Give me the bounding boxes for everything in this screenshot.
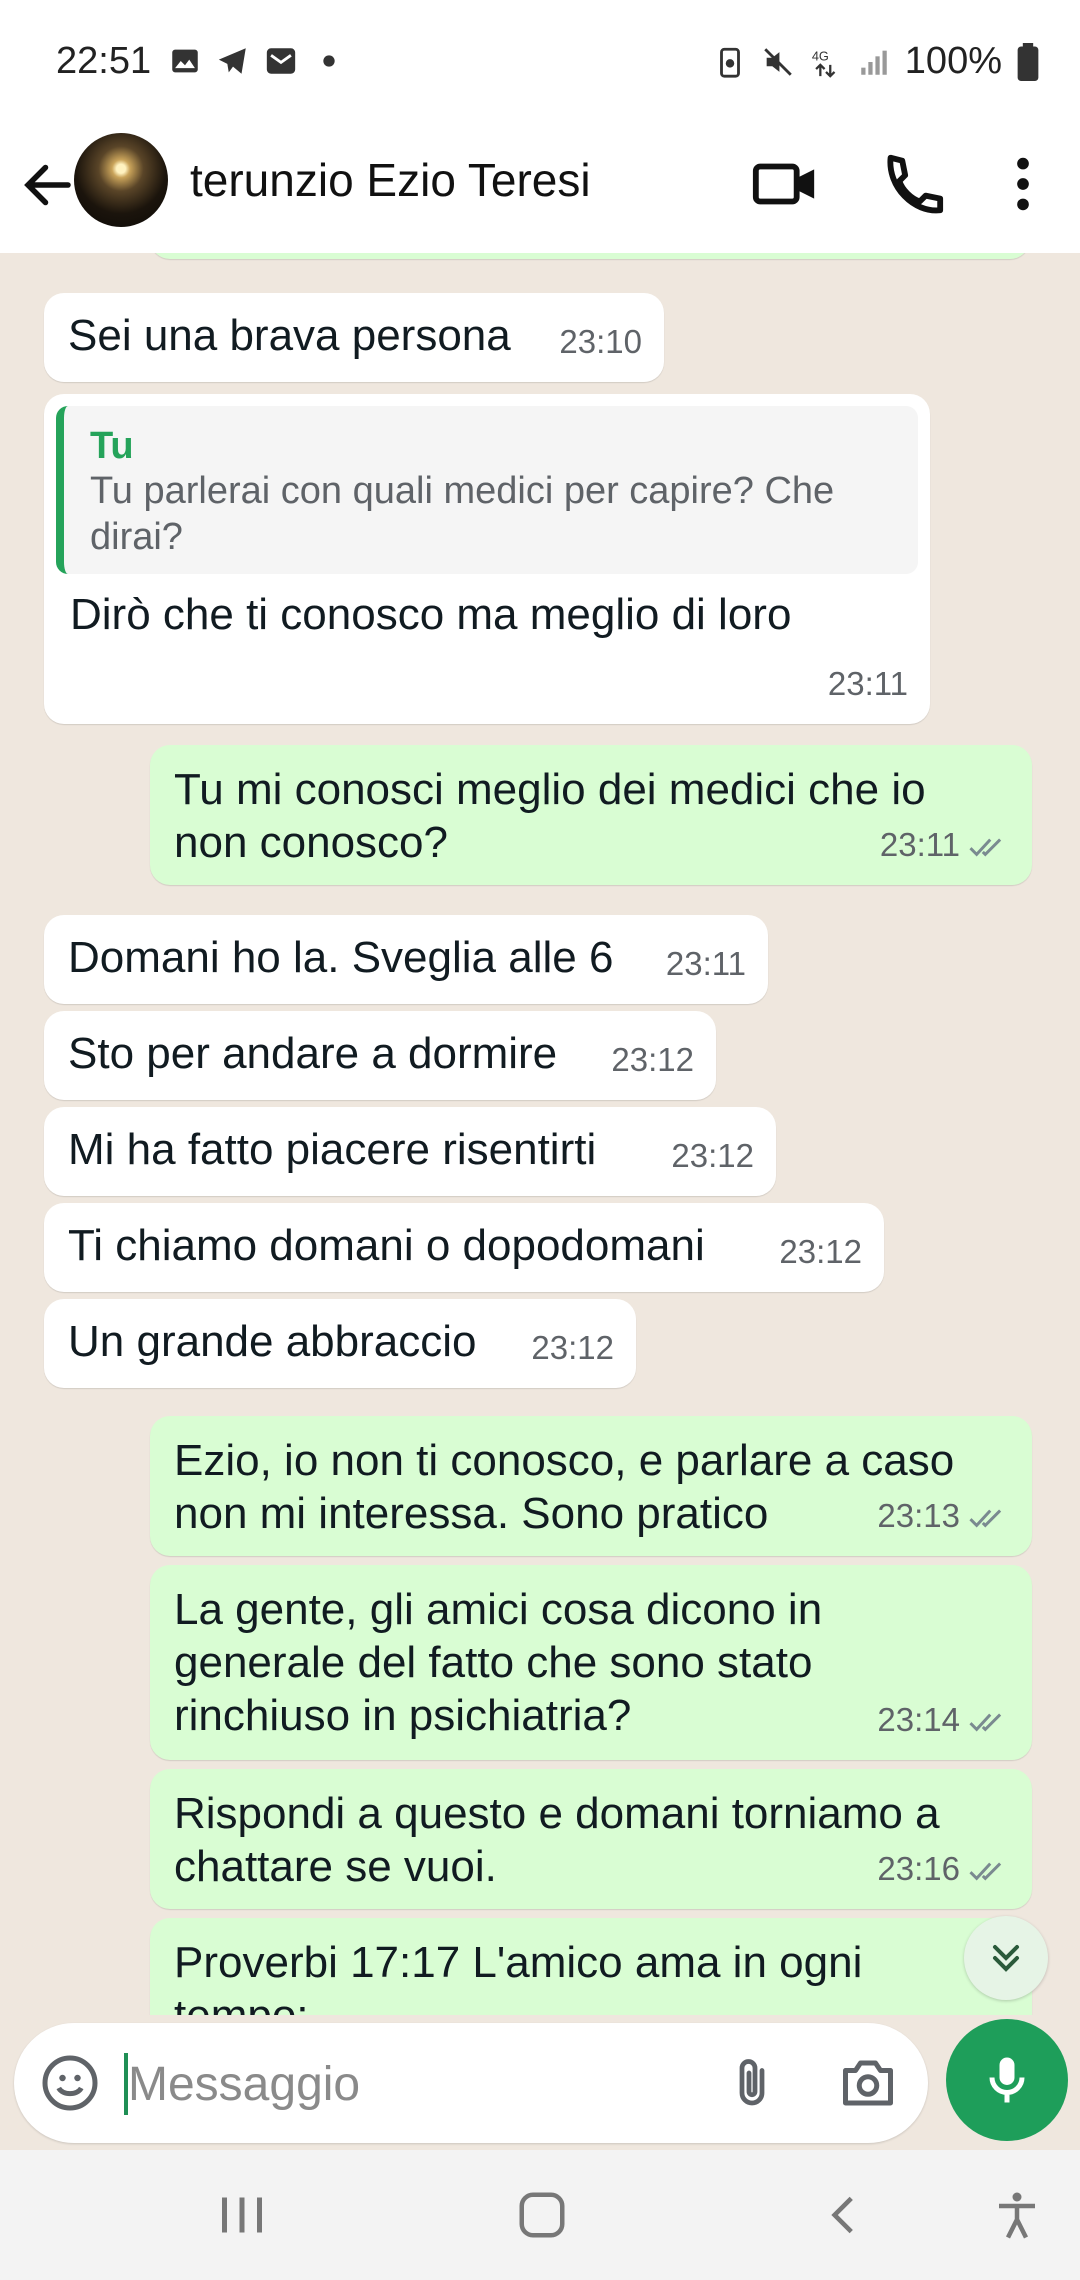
telegram-icon bbox=[218, 48, 246, 74]
contact-name[interactable]: terunzio Ezio Teresi bbox=[190, 153, 591, 207]
read-ticks-icon bbox=[969, 1509, 1002, 1528]
read-ticks-icon bbox=[969, 1713, 1002, 1732]
message-text-line: Rispondi a questo e domani torniamo a bbox=[174, 1789, 940, 1838]
message-text-line: generale del fatto che sono stato bbox=[174, 1638, 813, 1687]
status-time: 22:51 bbox=[56, 40, 152, 82]
message-text: Mi ha fatto piacere risentirti bbox=[68, 1125, 597, 1174]
message-out[interactable]: Proverbi 17:17 L'amico ama in ogni tempo… bbox=[150, 1918, 1032, 2015]
more-options-icon[interactable] bbox=[988, 149, 1058, 219]
message-text-line: Proverbi 17:17 L'amico ama in ogni bbox=[174, 1938, 863, 1987]
voice-message-button[interactable] bbox=[946, 2019, 1068, 2141]
message-text-line: tempo; bbox=[174, 1989, 1008, 2015]
message-time: 23:11 bbox=[879, 826, 960, 863]
read-ticks-icon bbox=[969, 1862, 1002, 1881]
message-text-line: Tu mi conosci meglio dei medici che io bbox=[174, 765, 926, 814]
message-in[interactable]: Ti chiamo domani o dopodomani 23:12 bbox=[44, 1203, 884, 1292]
home-icon[interactable] bbox=[512, 2188, 572, 2242]
attach-icon[interactable] bbox=[722, 2053, 782, 2113]
message-placeholder: Messaggio bbox=[128, 2058, 361, 2111]
message-out[interactable]: Tu mi conosci meglio dei medici che io n… bbox=[150, 745, 1032, 885]
message-in[interactable]: Domani ho la. Sveglia alle 6 23:11 bbox=[44, 915, 768, 1004]
message-time: 23:16 bbox=[877, 1850, 960, 1887]
4g-data-icon: 4G bbox=[812, 48, 836, 78]
message-in[interactable]: Sei una brava persona 23:10 bbox=[44, 293, 664, 382]
mail-icon bbox=[266, 48, 296, 74]
back-nav-icon[interactable] bbox=[818, 2190, 872, 2240]
system-status: 4G 100% bbox=[713, 40, 1040, 83]
signal-icon bbox=[861, 50, 887, 75]
message-in-reply[interactable]: Tu Tu parlerai con quali medici per capi… bbox=[44, 394, 930, 724]
message-time: 23:11 bbox=[827, 665, 908, 702]
system-navigation-bar bbox=[0, 2150, 1080, 2280]
quoted-message[interactable]: Tu Tu parlerai con quali medici per capi… bbox=[56, 406, 918, 574]
message-text-line: Ezio, io non ti conosco, e parlare a cas… bbox=[174, 1436, 955, 1485]
notification-icons bbox=[168, 44, 346, 78]
message-text-line: La gente, gli amici cosa dicono in bbox=[174, 1585, 823, 1634]
mute-icon bbox=[764, 47, 792, 76]
message-time: 23:12 bbox=[531, 1329, 614, 1366]
message-text: Un grande abbraccio bbox=[68, 1317, 477, 1366]
message-in[interactable]: Sto per andare a dormire 23:12 bbox=[44, 1011, 716, 1100]
accessibility-icon[interactable] bbox=[990, 2188, 1044, 2242]
message-out[interactable]: Rispondi a questo e domani torniamo a ch… bbox=[150, 1769, 1032, 1909]
message-time: 23:12 bbox=[611, 1041, 694, 1078]
quote-text: Tu parlerai con quali medici per capire?… bbox=[90, 470, 835, 558]
message-time: 23:12 bbox=[671, 1137, 754, 1174]
recent-apps-icon[interactable] bbox=[212, 2190, 272, 2240]
message-bubble-partial[interactable] bbox=[150, 253, 1030, 259]
quote-author: Tu bbox=[90, 425, 134, 467]
message-input[interactable]: Messaggio bbox=[14, 2023, 928, 2143]
camera-icon[interactable] bbox=[838, 2053, 898, 2113]
message-out[interactable]: La gente, gli amici cosa dicono in gener… bbox=[150, 1565, 1032, 1760]
message-time: 23:12 bbox=[779, 1233, 862, 1270]
input-bar: Messaggio bbox=[0, 2015, 1080, 2150]
video-call-icon[interactable] bbox=[750, 149, 820, 219]
battery-percent: 100% bbox=[904, 40, 1002, 82]
message-time: 23:14 bbox=[877, 1701, 960, 1738]
scroll-to-bottom-button[interactable] bbox=[964, 1916, 1048, 2000]
double-chevron-down-icon bbox=[992, 1944, 1020, 1972]
message-time: 23:13 bbox=[877, 1497, 960, 1534]
message-text: Ti chiamo domani o dopodomani bbox=[68, 1221, 705, 1270]
chat-area[interactable]: Sei una brava persona 23:10 Tu Tu parler… bbox=[0, 253, 1080, 2015]
message-in[interactable]: Un grande abbraccio 23:12 bbox=[44, 1299, 636, 1388]
message-text: Sei una brava persona bbox=[68, 311, 511, 360]
message-text: Dirò che ti conosco ma meglio di loro bbox=[70, 590, 792, 639]
read-ticks-icon bbox=[969, 838, 1002, 857]
back-arrow-icon[interactable] bbox=[18, 155, 78, 215]
chat-header: terunzio Ezio Teresi bbox=[0, 125, 1080, 253]
dot-icon bbox=[323, 55, 335, 67]
message-time: 23:11 bbox=[665, 945, 746, 982]
status-bar: 22:51 4G 100% bbox=[0, 0, 1080, 125]
avatar[interactable] bbox=[74, 133, 168, 227]
message-out[interactable]: Ezio, io non ti conosco, e parlare a cas… bbox=[150, 1416, 1032, 1556]
battery-saver-icon bbox=[719, 47, 740, 78]
emoji-icon[interactable] bbox=[40, 2053, 100, 2113]
message-in[interactable]: Mi ha fatto piacere risentirti 23:12 bbox=[44, 1107, 776, 1196]
svg-text:4G: 4G bbox=[812, 48, 829, 63]
battery-icon bbox=[1017, 42, 1039, 81]
phone-icon[interactable] bbox=[876, 149, 946, 219]
microphone-icon bbox=[989, 2057, 1025, 2103]
message-text: Sto per andare a dormire bbox=[68, 1029, 558, 1078]
gallery-icon bbox=[172, 49, 198, 73]
message-text: Domani ho la. Sveglia alle 6 bbox=[68, 933, 614, 982]
message-time: 23:10 bbox=[559, 323, 642, 360]
